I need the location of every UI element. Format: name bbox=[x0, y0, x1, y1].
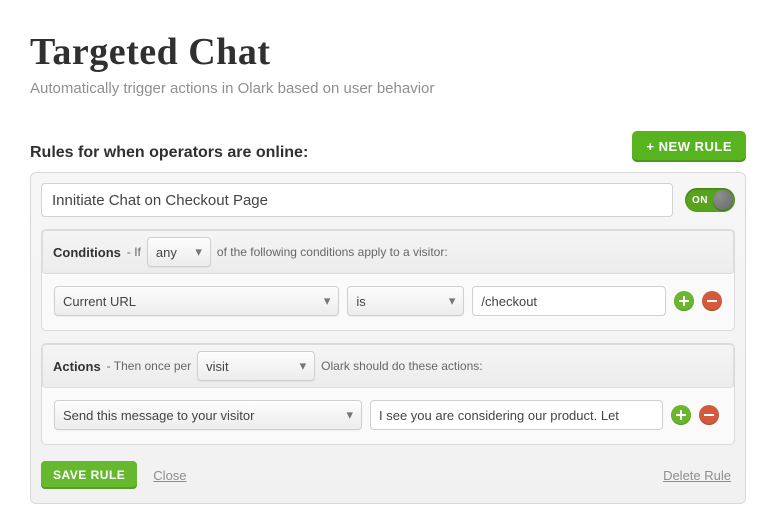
toggle-knob bbox=[713, 190, 733, 210]
conditions-suffix: of the following conditions apply to a v… bbox=[217, 245, 448, 259]
delete-rule-link[interactable]: Delete Rule bbox=[663, 468, 731, 483]
plus-icon bbox=[679, 296, 689, 306]
actions-header: Actions - Then once per visit ▾ Olark sh… bbox=[42, 344, 734, 388]
rule-card: ON Conditions - If any ▾ of the followin… bbox=[30, 172, 746, 504]
toggle-label: ON bbox=[692, 195, 708, 206]
action-row: Send this message to your visitor ▾ bbox=[54, 400, 722, 430]
close-link[interactable]: Close bbox=[153, 468, 186, 483]
chevron-down-icon: ▾ bbox=[449, 293, 456, 309]
conditions-prefix: - If bbox=[127, 245, 141, 259]
chevron-down-icon: ▾ bbox=[300, 358, 307, 374]
plus-icon bbox=[676, 410, 686, 420]
action-value-input[interactable] bbox=[370, 400, 663, 430]
actions-panel: Actions - Then once per visit ▾ Olark sh… bbox=[41, 343, 735, 445]
conditions-panel: Conditions - If any ▾ of the following c… bbox=[41, 229, 735, 331]
condition-operator-select[interactable]: is ▾ bbox=[347, 286, 464, 316]
action-type-value: Send this message to your visitor bbox=[63, 408, 254, 423]
condition-field-value: Current URL bbox=[63, 294, 136, 309]
minus-icon bbox=[707, 296, 717, 306]
page-subtitle: Automatically trigger actions in Olark b… bbox=[30, 80, 746, 97]
new-rule-button[interactable]: + NEW RULE bbox=[632, 131, 746, 162]
condition-field-select[interactable]: Current URL ▾ bbox=[54, 286, 339, 316]
minus-icon bbox=[704, 410, 714, 420]
conditions-mode-select[interactable]: any ▾ bbox=[147, 237, 211, 267]
actions-prefix: - Then once per bbox=[107, 359, 192, 373]
condition-row: Current URL ▾ is ▾ bbox=[54, 286, 722, 316]
actions-suffix: Olark should do these actions: bbox=[321, 359, 482, 373]
add-action-button[interactable] bbox=[671, 405, 691, 425]
page-title: Targeted Chat bbox=[30, 30, 746, 74]
chevron-down-icon: ▾ bbox=[346, 407, 353, 423]
add-condition-button[interactable] bbox=[674, 291, 694, 311]
remove-action-button[interactable] bbox=[699, 405, 719, 425]
actions-heading: Actions bbox=[53, 359, 101, 374]
chevron-down-icon: ▾ bbox=[195, 244, 202, 260]
rule-name-input[interactable] bbox=[41, 183, 673, 217]
remove-condition-button[interactable] bbox=[702, 291, 722, 311]
conditions-mode-value: any bbox=[156, 245, 177, 260]
condition-value-input[interactable] bbox=[472, 286, 666, 316]
condition-operator-value: is bbox=[356, 294, 365, 309]
save-rule-button[interactable]: SAVE RULE bbox=[41, 461, 137, 489]
conditions-heading: Conditions bbox=[53, 245, 121, 260]
rule-footer: SAVE RULE Close Delete Rule bbox=[41, 457, 735, 493]
action-type-select[interactable]: Send this message to your visitor ▾ bbox=[54, 400, 362, 430]
chevron-down-icon: ▾ bbox=[324, 293, 331, 309]
actions-scope-select[interactable]: visit ▾ bbox=[197, 351, 315, 381]
rule-enabled-toggle[interactable]: ON bbox=[685, 188, 735, 212]
conditions-header: Conditions - If any ▾ of the following c… bbox=[42, 230, 734, 274]
rules-section-title: Rules for when operators are online: bbox=[30, 144, 308, 162]
actions-scope-value: visit bbox=[206, 359, 228, 374]
